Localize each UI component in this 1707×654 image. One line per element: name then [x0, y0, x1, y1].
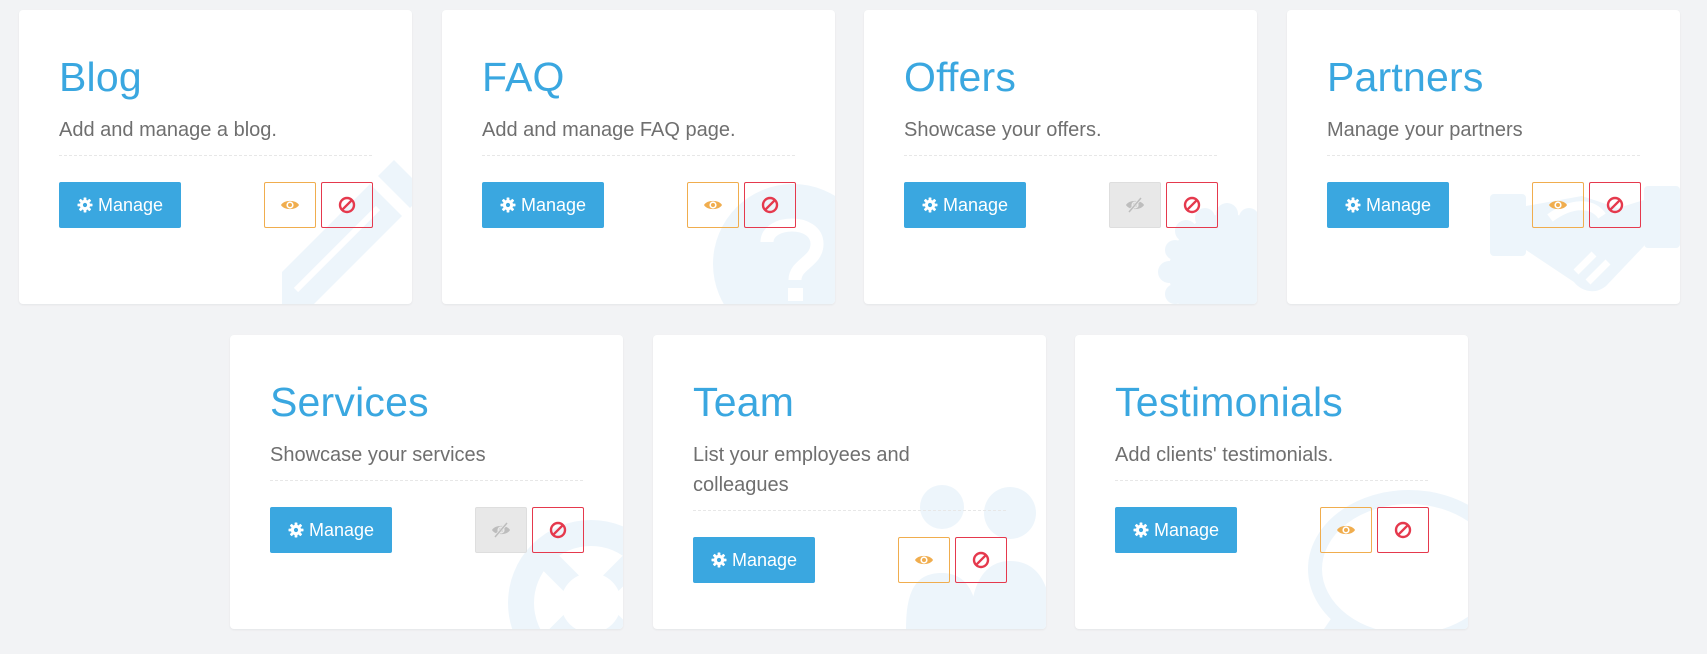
- eye-slash-icon: [492, 521, 510, 539]
- card-title: Blog: [59, 54, 142, 100]
- disable-button[interactable]: [1377, 507, 1429, 553]
- module-card-team: Team List your employees and colleagues …: [653, 335, 1046, 629]
- ban-icon: [549, 521, 567, 539]
- ban-icon: [1394, 521, 1412, 539]
- toggle-visibility-button[interactable]: [1109, 182, 1161, 228]
- gear-icon: [711, 552, 727, 568]
- ban-icon: [338, 196, 356, 214]
- toggle-visibility-button[interactable]: [1532, 182, 1584, 228]
- module-card-services: Services Showcase your services Manage: [230, 335, 623, 629]
- badge-icon: [1107, 154, 1257, 304]
- gear-icon: [1345, 197, 1361, 213]
- disable-button[interactable]: [1166, 182, 1218, 228]
- eye-icon: [281, 200, 299, 210]
- toggle-visibility-button[interactable]: [687, 182, 739, 228]
- card-description: Add and manage a blog.: [59, 119, 277, 141]
- manage-label: Manage: [97, 194, 164, 215]
- ban-icon: [1183, 196, 1201, 214]
- card-divider: [1115, 480, 1428, 481]
- disable-button[interactable]: [744, 182, 796, 228]
- manage-label: Manage: [731, 549, 798, 570]
- disable-button[interactable]: [1589, 182, 1641, 228]
- toggle-visibility-button[interactable]: [264, 182, 316, 228]
- toggle-visibility-button[interactable]: [1320, 507, 1372, 553]
- manage-label: Manage: [942, 194, 1009, 215]
- card-description: Add clients' testimonials.: [1115, 444, 1334, 466]
- card-title: FAQ: [482, 54, 565, 100]
- pencil-icon: [262, 154, 412, 304]
- gear-icon: [922, 197, 938, 213]
- gear-icon: [77, 197, 93, 213]
- card-description: Showcase your offers.: [904, 119, 1102, 141]
- manage-label: Manage: [520, 194, 587, 215]
- ban-icon: [1606, 196, 1624, 214]
- card-divider: [270, 480, 583, 481]
- disable-button[interactable]: [321, 182, 373, 228]
- manage-label: Manage: [308, 519, 375, 540]
- card-description: List your employees and colleagues: [693, 444, 910, 496]
- card-title: Offers: [904, 54, 1017, 100]
- toggle-visibility-button[interactable]: [475, 507, 527, 553]
- manage-button[interactable]: Manage: [693, 537, 815, 583]
- card-divider: [59, 155, 372, 156]
- eye-icon: [915, 555, 933, 565]
- module-card-faq: FAQ Add and manage FAQ page. Manage: [442, 10, 835, 304]
- manage-label: Manage: [1365, 194, 1432, 215]
- question-icon: [685, 154, 835, 304]
- card-description: Showcase your services: [270, 444, 486, 466]
- manage-button[interactable]: Manage: [1115, 507, 1237, 553]
- card-title: Testimonials: [1115, 379, 1343, 425]
- manage-button[interactable]: Manage: [59, 182, 181, 228]
- card-divider: [482, 155, 795, 156]
- manage-button[interactable]: Manage: [270, 507, 392, 553]
- card-title: Team: [693, 379, 795, 425]
- disable-button[interactable]: [532, 507, 584, 553]
- handshake-icon: [1490, 154, 1680, 304]
- eye-icon: [704, 200, 722, 210]
- manage-label: Manage: [1153, 519, 1220, 540]
- ban-icon: [972, 551, 990, 569]
- gear-icon: [500, 197, 516, 213]
- card-title: Services: [270, 379, 429, 425]
- gear-icon: [1133, 522, 1149, 538]
- lifebuoy-icon: [473, 479, 623, 629]
- disable-button[interactable]: [955, 537, 1007, 583]
- toggle-visibility-button[interactable]: [898, 537, 950, 583]
- eye-icon: [1337, 525, 1355, 535]
- ban-icon: [761, 196, 779, 214]
- module-card-testimonials: Testimonials Add clients' testimonials. …: [1075, 335, 1468, 629]
- eye-slash-icon: [1126, 196, 1144, 214]
- manage-button[interactable]: Manage: [904, 182, 1026, 228]
- card-title: Partners: [1327, 54, 1484, 100]
- card-divider: [693, 510, 1006, 511]
- manage-button[interactable]: Manage: [1327, 182, 1449, 228]
- manage-button[interactable]: Manage: [482, 182, 604, 228]
- card-description: Manage your partners: [1327, 119, 1523, 141]
- card-divider: [904, 155, 1217, 156]
- eye-icon: [1549, 200, 1567, 210]
- gear-icon: [288, 522, 304, 538]
- module-card-offers: Offers Showcase your offers. Manage: [864, 10, 1257, 304]
- card-divider: [1327, 155, 1640, 156]
- module-card-partners: Partners Manage your partners Manage: [1287, 10, 1680, 304]
- card-description: Add and manage FAQ page.: [482, 119, 736, 141]
- speech-bubble-icon: [1293, 479, 1468, 629]
- module-card-blog: Blog Add and manage a blog. Manage: [19, 10, 412, 304]
